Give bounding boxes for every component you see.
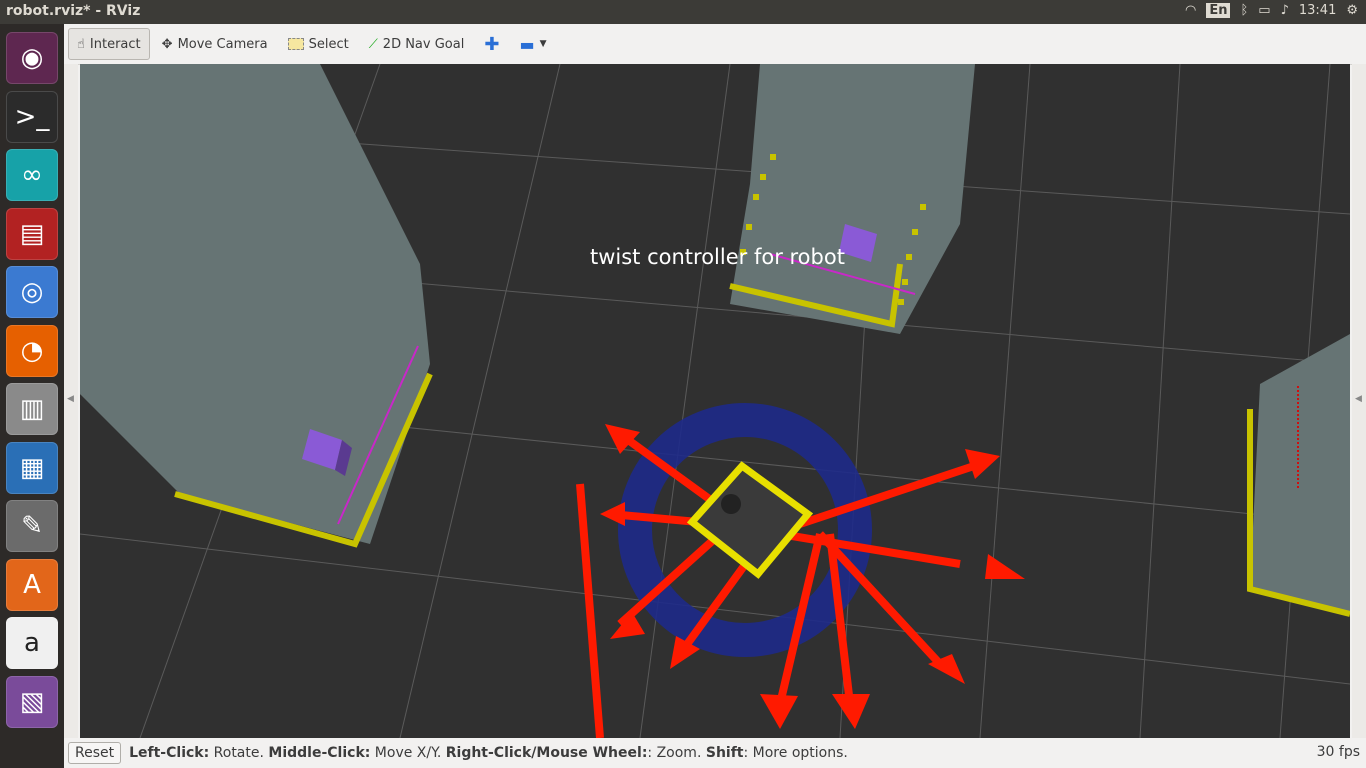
3d-render-viewport[interactable]: twist controller for robot (80, 64, 1350, 738)
hint-middle-click: Middle-Click: (268, 745, 371, 761)
select-tool-button[interactable]: Select (280, 29, 357, 59)
firefox-icon[interactable]: ◔ (6, 324, 58, 377)
select-label: Select (308, 36, 349, 52)
red-app-icon[interactable]: ▤ (6, 207, 58, 260)
fps-counter: 30 fps (1316, 744, 1360, 760)
remove-tool-button[interactable]: ▬ ▼ (511, 29, 554, 59)
scene-svg[interactable]: twist controller for robot (80, 64, 1350, 738)
ubuntu-logo-icon[interactable]: ◉ (6, 32, 58, 84)
hint-middle-click-text: Move X/Y. (370, 745, 446, 761)
interact-tool-button[interactable]: ☝ Interact (68, 28, 150, 60)
amazon-icon[interactable]: a (6, 617, 58, 669)
nav-goal-tool-button[interactable]: ⟋ 2D Nav Goal (361, 29, 473, 59)
select-box-icon (287, 38, 304, 50)
software-center-icon[interactable]: A (6, 558, 58, 611)
robot-model (686, 461, 814, 579)
chevron-left-icon: ◀ (67, 394, 74, 404)
add-tool-button[interactable]: ✚ (476, 29, 507, 59)
hint-left-click: Left-Click: (129, 745, 210, 761)
gear-icon[interactable]: ⚙ (1346, 3, 1358, 18)
left-panel-splitter[interactable]: ◀ (64, 64, 78, 738)
hint-shift: Shift (705, 745, 744, 761)
window-title: robot.rviz* - RViz (6, 3, 141, 19)
chevron-right-icon: ◀ (1355, 394, 1362, 404)
move-camera-label: Move Camera (177, 36, 268, 52)
move-camera-tool-button[interactable]: ✥ Move Camera (154, 29, 276, 59)
volume-icon[interactable]: ♪ (1281, 3, 1289, 18)
move-camera-icon: ✥ (161, 36, 173, 52)
hint-right-click-text: : Zoom. (647, 745, 706, 761)
clock[interactable]: 13:41 (1299, 3, 1336, 18)
arduino-icon[interactable]: ∞ (6, 149, 58, 201)
hint-shift-text: : More options. (743, 745, 848, 761)
text-editor-icon[interactable]: ✎ (6, 500, 58, 552)
hint-right-click: Right-Click/Mouse Wheel: (445, 745, 648, 761)
interact-label: Interact (89, 36, 141, 52)
system-tray: ◠ En ᛒ ▭ ♪ 13:41 ⚙ (1185, 3, 1358, 18)
chevron-down-icon: ▼ (539, 39, 547, 49)
launcher-dock: ◉ >_ ∞ ▤ ◎ ◔ ▥ ▦ ✎ Aa ▧ (0, 24, 64, 768)
terminal-icon[interactable]: >_ (6, 90, 58, 143)
keyboard-layout-indicator[interactable]: En (1206, 3, 1231, 18)
nav-goal-label: 2D Nav Goal (382, 36, 465, 52)
battery-icon[interactable]: ▭ (1258, 3, 1270, 18)
plus-icon: ✚ (484, 33, 500, 55)
document-icon[interactable]: ▦ (6, 441, 58, 494)
wifi-icon[interactable]: ◠ (1185, 3, 1196, 18)
bluetooth-icon[interactable]: ᛒ (1240, 3, 1248, 18)
hand-pointer-icon: ☝ (77, 36, 85, 52)
workspace-icon[interactable]: ▧ (6, 675, 58, 728)
system-top-bar: robot.rviz* - RViz ◠ En ᛒ ▭ ♪ 13:41 ⚙ (0, 0, 1366, 24)
green-arrow-icon: ⟋ (368, 36, 378, 52)
minus-icon: ▬ (519, 34, 535, 54)
file-cabinet-icon[interactable]: ▥ (6, 383, 58, 435)
mouse-hints: Left-Click: Rotate. Middle-Click: Move X… (129, 745, 848, 761)
right-panel-splitter[interactable]: ◀ (1352, 64, 1366, 738)
reset-button[interactable]: Reset (68, 742, 122, 764)
twist-controller-label: twist controller for robot (590, 245, 845, 269)
tool-bar: ☝ Interact ✥ Move Camera Select ⟋ 2D Nav… (64, 24, 1366, 65)
rviz-window: ☝ Interact ✥ Move Camera Select ⟋ 2D Nav… (64, 24, 1366, 768)
status-bar: Reset Left-Click: Rotate. Middle-Click: … (64, 738, 1366, 768)
hint-left-click-text: Rotate. (209, 745, 269, 761)
chrome-icon[interactable]: ◎ (6, 266, 58, 318)
